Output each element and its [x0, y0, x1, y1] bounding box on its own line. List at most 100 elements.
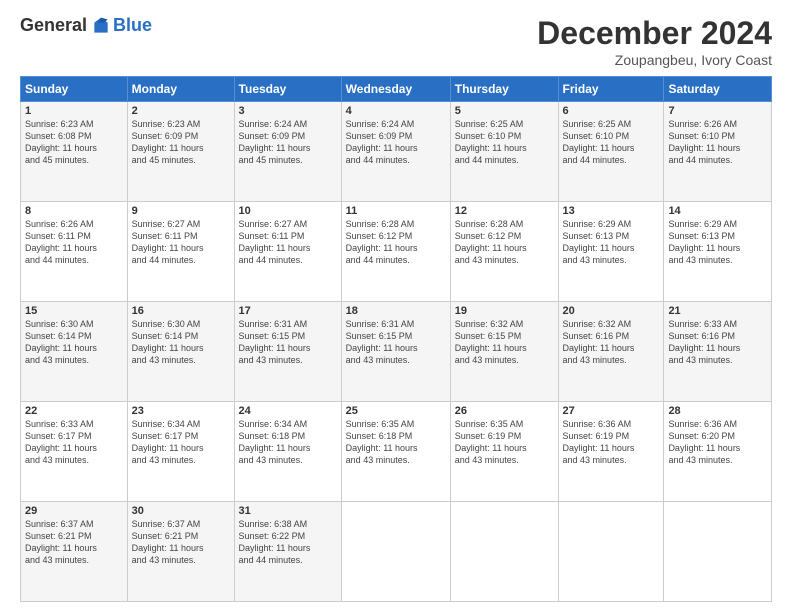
day-info: Sunrise: 6:24 AMSunset: 6:09 PMDaylight:…	[346, 119, 418, 165]
table-row: 23 Sunrise: 6:34 AMSunset: 6:17 PMDaylig…	[127, 402, 234, 502]
table-row: 15 Sunrise: 6:30 AMSunset: 6:14 PMDaylig…	[21, 302, 128, 402]
day-number: 27	[563, 405, 660, 417]
col-monday: Monday	[127, 77, 234, 102]
logo: General Blue	[20, 15, 152, 36]
day-number: 8	[25, 205, 123, 217]
day-info: Sunrise: 6:30 AMSunset: 6:14 PMDaylight:…	[132, 319, 204, 365]
table-row: 22 Sunrise: 6:33 AMSunset: 6:17 PMDaylig…	[21, 402, 128, 502]
table-row: 2 Sunrise: 6:23 AMSunset: 6:09 PMDayligh…	[127, 102, 234, 202]
table-row: 29 Sunrise: 6:37 AMSunset: 6:21 PMDaylig…	[21, 502, 128, 602]
day-info: Sunrise: 6:27 AMSunset: 6:11 PMDaylight:…	[239, 219, 311, 265]
day-number: 28	[668, 405, 767, 417]
day-info: Sunrise: 6:33 AMSunset: 6:16 PMDaylight:…	[668, 319, 740, 365]
day-info: Sunrise: 6:31 AMSunset: 6:15 PMDaylight:…	[346, 319, 418, 365]
col-thursday: Thursday	[450, 77, 558, 102]
table-row: 10 Sunrise: 6:27 AMSunset: 6:11 PMDaylig…	[234, 202, 341, 302]
day-number: 18	[346, 305, 446, 317]
col-sunday: Sunday	[21, 77, 128, 102]
table-row: 14 Sunrise: 6:29 AMSunset: 6:13 PMDaylig…	[664, 202, 772, 302]
day-info: Sunrise: 6:34 AMSunset: 6:17 PMDaylight:…	[132, 419, 204, 465]
table-row: 8 Sunrise: 6:26 AMSunset: 6:11 PMDayligh…	[21, 202, 128, 302]
day-number: 23	[132, 405, 230, 417]
table-row: 21 Sunrise: 6:33 AMSunset: 6:16 PMDaylig…	[664, 302, 772, 402]
day-info: Sunrise: 6:32 AMSunset: 6:15 PMDaylight:…	[455, 319, 527, 365]
logo-icon	[91, 16, 111, 36]
day-info: Sunrise: 6:37 AMSunset: 6:21 PMDaylight:…	[25, 519, 97, 565]
table-row: 16 Sunrise: 6:30 AMSunset: 6:14 PMDaylig…	[127, 302, 234, 402]
day-info: Sunrise: 6:34 AMSunset: 6:18 PMDaylight:…	[239, 419, 311, 465]
day-info: Sunrise: 6:35 AMSunset: 6:19 PMDaylight:…	[455, 419, 527, 465]
calendar-week-row: 1 Sunrise: 6:23 AMSunset: 6:08 PMDayligh…	[21, 102, 772, 202]
title-area: December 2024 Zoupangbeu, Ivory Coast	[537, 15, 772, 68]
day-number: 11	[346, 205, 446, 217]
day-info: Sunrise: 6:28 AMSunset: 6:12 PMDaylight:…	[346, 219, 418, 265]
day-number: 15	[25, 305, 123, 317]
table-row	[450, 502, 558, 602]
table-row: 13 Sunrise: 6:29 AMSunset: 6:13 PMDaylig…	[558, 202, 664, 302]
day-number: 30	[132, 505, 230, 517]
day-number: 19	[455, 305, 554, 317]
table-row: 19 Sunrise: 6:32 AMSunset: 6:15 PMDaylig…	[450, 302, 558, 402]
table-row: 1 Sunrise: 6:23 AMSunset: 6:08 PMDayligh…	[21, 102, 128, 202]
table-row: 30 Sunrise: 6:37 AMSunset: 6:21 PMDaylig…	[127, 502, 234, 602]
day-info: Sunrise: 6:32 AMSunset: 6:16 PMDaylight:…	[563, 319, 635, 365]
table-row: 25 Sunrise: 6:35 AMSunset: 6:18 PMDaylig…	[341, 402, 450, 502]
day-info: Sunrise: 6:25 AMSunset: 6:10 PMDaylight:…	[563, 119, 635, 165]
day-info: Sunrise: 6:29 AMSunset: 6:13 PMDaylight:…	[668, 219, 740, 265]
day-info: Sunrise: 6:31 AMSunset: 6:15 PMDaylight:…	[239, 319, 311, 365]
day-info: Sunrise: 6:23 AMSunset: 6:09 PMDaylight:…	[132, 119, 204, 165]
header: General Blue December 2024 Zoupangbeu, I…	[20, 15, 772, 68]
calendar-week-row: 15 Sunrise: 6:30 AMSunset: 6:14 PMDaylig…	[21, 302, 772, 402]
col-tuesday: Tuesday	[234, 77, 341, 102]
table-row: 7 Sunrise: 6:26 AMSunset: 6:10 PMDayligh…	[664, 102, 772, 202]
table-row	[341, 502, 450, 602]
day-number: 22	[25, 405, 123, 417]
table-row: 27 Sunrise: 6:36 AMSunset: 6:19 PMDaylig…	[558, 402, 664, 502]
day-number: 17	[239, 305, 337, 317]
calendar-week-row: 29 Sunrise: 6:37 AMSunset: 6:21 PMDaylig…	[21, 502, 772, 602]
day-number: 4	[346, 105, 446, 117]
day-info: Sunrise: 6:36 AMSunset: 6:19 PMDaylight:…	[563, 419, 635, 465]
col-saturday: Saturday	[664, 77, 772, 102]
day-info: Sunrise: 6:33 AMSunset: 6:17 PMDaylight:…	[25, 419, 97, 465]
day-number: 21	[668, 305, 767, 317]
table-row: 31 Sunrise: 6:38 AMSunset: 6:22 PMDaylig…	[234, 502, 341, 602]
table-row: 20 Sunrise: 6:32 AMSunset: 6:16 PMDaylig…	[558, 302, 664, 402]
col-friday: Friday	[558, 77, 664, 102]
day-number: 3	[239, 105, 337, 117]
table-row: 24 Sunrise: 6:34 AMSunset: 6:18 PMDaylig…	[234, 402, 341, 502]
table-row: 28 Sunrise: 6:36 AMSunset: 6:20 PMDaylig…	[664, 402, 772, 502]
table-row: 12 Sunrise: 6:28 AMSunset: 6:12 PMDaylig…	[450, 202, 558, 302]
day-number: 13	[563, 205, 660, 217]
calendar-table: Sunday Monday Tuesday Wednesday Thursday…	[20, 76, 772, 602]
logo-general-text: General	[20, 15, 87, 36]
day-info: Sunrise: 6:26 AMSunset: 6:10 PMDaylight:…	[668, 119, 740, 165]
day-number: 20	[563, 305, 660, 317]
day-number: 29	[25, 505, 123, 517]
day-number: 31	[239, 505, 337, 517]
day-number: 26	[455, 405, 554, 417]
day-info: Sunrise: 6:38 AMSunset: 6:22 PMDaylight:…	[239, 519, 311, 565]
table-row: 4 Sunrise: 6:24 AMSunset: 6:09 PMDayligh…	[341, 102, 450, 202]
page: General Blue December 2024 Zoupangbeu, I…	[0, 0, 792, 612]
day-number: 25	[346, 405, 446, 417]
table-row: 17 Sunrise: 6:31 AMSunset: 6:15 PMDaylig…	[234, 302, 341, 402]
logo-blue-text: Blue	[113, 15, 152, 36]
table-row: 6 Sunrise: 6:25 AMSunset: 6:10 PMDayligh…	[558, 102, 664, 202]
table-row: 3 Sunrise: 6:24 AMSunset: 6:09 PMDayligh…	[234, 102, 341, 202]
day-number: 14	[668, 205, 767, 217]
day-number: 1	[25, 105, 123, 117]
table-row: 18 Sunrise: 6:31 AMSunset: 6:15 PMDaylig…	[341, 302, 450, 402]
day-number: 12	[455, 205, 554, 217]
day-info: Sunrise: 6:24 AMSunset: 6:09 PMDaylight:…	[239, 119, 311, 165]
day-number: 9	[132, 205, 230, 217]
day-info: Sunrise: 6:36 AMSunset: 6:20 PMDaylight:…	[668, 419, 740, 465]
day-number: 2	[132, 105, 230, 117]
day-info: Sunrise: 6:37 AMSunset: 6:21 PMDaylight:…	[132, 519, 204, 565]
day-number: 10	[239, 205, 337, 217]
day-number: 6	[563, 105, 660, 117]
day-info: Sunrise: 6:29 AMSunset: 6:13 PMDaylight:…	[563, 219, 635, 265]
location-subtitle: Zoupangbeu, Ivory Coast	[537, 52, 772, 68]
month-title: December 2024	[537, 15, 772, 52]
day-number: 24	[239, 405, 337, 417]
